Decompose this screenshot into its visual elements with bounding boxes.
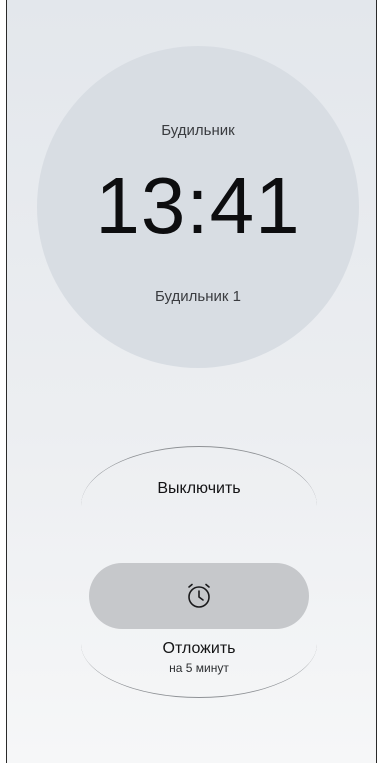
- snooze-pill[interactable]: [89, 563, 309, 629]
- alarm-name: Будильник 1: [155, 288, 241, 305]
- dismiss-label: Выключить: [157, 480, 241, 497]
- alarm-header: Будильник: [161, 122, 235, 139]
- alarm-clock-icon: [188, 583, 210, 608]
- alarm-time: 13:41: [95, 161, 301, 250]
- alarm-screen: Будильник 13:41 Будильник 1 Выключить От…: [6, 0, 377, 763]
- snooze-duration: на 5 минут: [169, 661, 229, 675]
- snooze-button[interactable]: Отложить на 5 минут: [81, 560, 317, 698]
- snooze-label: Отложить: [162, 640, 236, 657]
- alarm-clock-circle: Будильник 13:41 Будильник 1: [37, 46, 359, 368]
- dismiss-button[interactable]: Выключить: [81, 446, 317, 542]
